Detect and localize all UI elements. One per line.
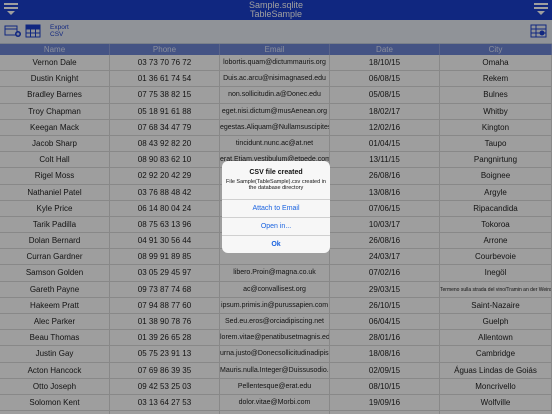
csv-created-dialog: CSV file created File Sample(TableSample…	[222, 161, 330, 253]
dialog-title: CSV file created	[249, 169, 303, 176]
dialog-message: File Sample(TableSample).csv created in …	[226, 179, 326, 191]
attach-to-email-button[interactable]: Attach to Email	[222, 199, 330, 217]
open-in-button[interactable]: Open in...	[222, 217, 330, 235]
ok-button[interactable]: Ok	[222, 235, 330, 253]
